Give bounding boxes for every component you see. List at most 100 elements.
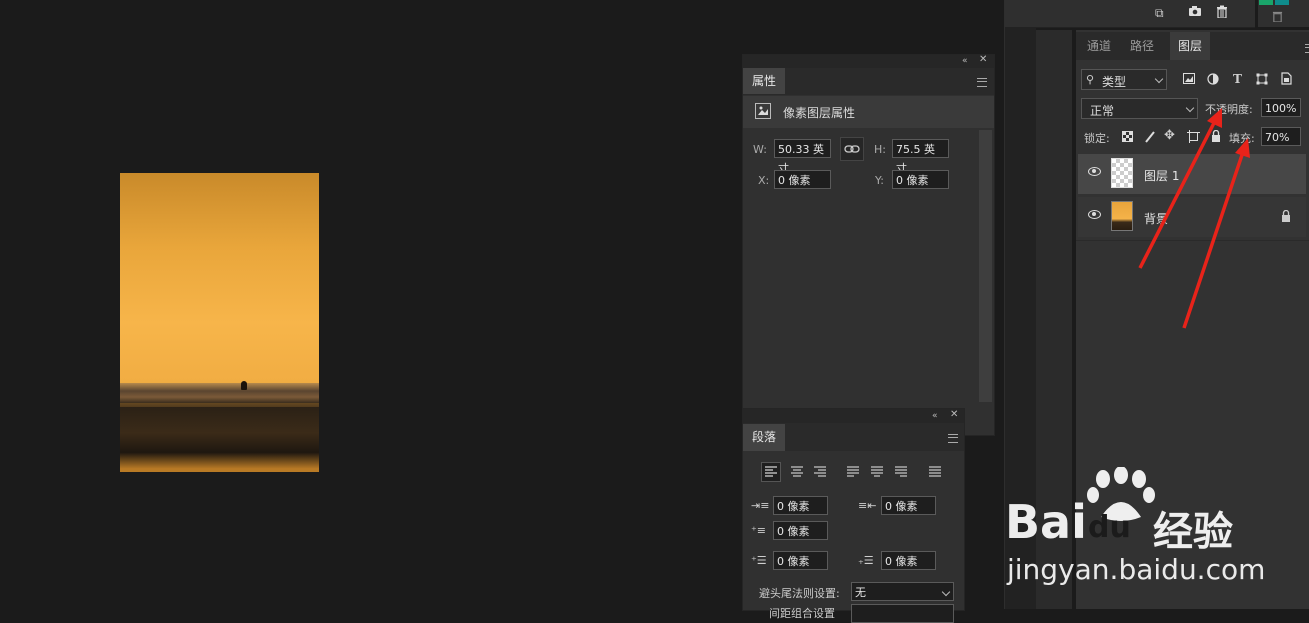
panel-header-bar: « ✕ — [743, 53, 994, 68]
blend-mode-select[interactable]: 正常 — [1081, 98, 1198, 119]
close-icon[interactable]: ✕ — [979, 53, 987, 67]
layer-row-background[interactable]: 背景 — [1078, 197, 1306, 237]
panel-menu-icon[interactable] — [948, 434, 958, 443]
paragraph-tabbar: 段落 — [743, 423, 964, 451]
y-input[interactable]: 0 像素 — [892, 170, 949, 189]
tab-paragraph[interactable]: 段落 — [743, 424, 786, 451]
w-label: W: — [753, 143, 767, 156]
filter-type-icon[interactable]: T — [1233, 72, 1242, 86]
spacing-combo-select[interactable] — [851, 604, 954, 623]
align-left-button[interactable] — [761, 462, 781, 482]
spacing-combo-label: 间距组合设置 — [769, 607, 835, 620]
trash-icon[interactable] — [1216, 5, 1228, 21]
panel-menu-icon[interactable] — [977, 78, 987, 87]
close-icon[interactable]: ✕ — [950, 408, 958, 422]
lock-label: 锁定: — [1084, 132, 1110, 145]
tab-channels[interactable]: 通道 — [1079, 32, 1119, 60]
canvas-image — [120, 173, 319, 472]
filter-shape-icon[interactable] — [1256, 73, 1268, 85]
trash-icon[interactable] — [1272, 10, 1283, 25]
new-document-from-state-icon[interactable]: ⧉ — [1155, 6, 1164, 20]
panel-menu-icon[interactable] — [1305, 44, 1309, 53]
link-icon — [844, 145, 860, 153]
pixel-layer-icon — [755, 103, 771, 119]
filter-adjustment-icon[interactable] — [1207, 73, 1219, 85]
tab-properties[interactable]: 属性 — [743, 68, 786, 94]
watermark-brand-du: du — [1088, 510, 1131, 545]
lock-all-icon[interactable] — [1211, 130, 1221, 142]
layers-list-border — [1076, 240, 1309, 241]
chevron-down-icon — [941, 587, 951, 597]
layers-tabbar: 通道 路径 图层 — [1076, 32, 1309, 60]
eye-icon[interactable] — [1088, 210, 1101, 219]
layer-thumbnail-photo — [1111, 201, 1133, 231]
layer-thumbnail-transparent — [1111, 158, 1133, 188]
properties-scrollbar[interactable] — [979, 130, 992, 402]
align-left-icon — [765, 466, 777, 477]
collapse-icon[interactable]: « — [962, 54, 968, 68]
indent-right-input[interactable]: 0 像素 — [881, 496, 936, 515]
indent-first-line-input[interactable]: 0 像素 — [773, 521, 828, 540]
justify-left-icon[interactable] — [844, 463, 862, 481]
baidu-watermark: Bai du 经验 jingyan.baidu.com — [1003, 465, 1309, 609]
properties-section-header: 像素图层属性 — [743, 96, 994, 128]
collapse-icon[interactable]: « — [932, 409, 938, 423]
justify-all-icon[interactable] — [926, 463, 944, 481]
chevron-down-icon — [1154, 74, 1164, 84]
properties-panel: « ✕ 属性 像素图层属性 W: 50.33 英寸 H: 75.5 英寸 X: … — [742, 54, 995, 436]
lock-image-pixels-icon[interactable] — [1144, 130, 1156, 143]
space-before-icon: ⁺☰ — [751, 554, 767, 567]
lock-transparent-pixels-icon[interactable] — [1122, 131, 1133, 142]
section-title: 像素图层属性 — [783, 106, 856, 120]
height-input[interactable]: 75.5 英寸 — [892, 139, 949, 175]
align-right-icon[interactable] — [811, 463, 829, 481]
paragraph-panel: « ✕ 段落 ⇥≡ 0 像素 ≡⇤ 0 像素 ⁺≡ 0 像素 ⁺☰ 0 像素 ₊… — [742, 408, 965, 623]
kinsoku-value: 无 — [855, 586, 866, 599]
tab-layers[interactable]: 图层 — [1170, 32, 1210, 60]
fill-input[interactable]: 70% — [1261, 127, 1301, 146]
y-label: Y: — [875, 174, 884, 187]
justify-center-icon[interactable] — [868, 463, 886, 481]
layer-filter-select[interactable]: ⚲ 类型 — [1081, 69, 1167, 90]
watermark-brand: Bai — [1005, 495, 1087, 549]
lock-position-icon[interactable]: ✥ — [1164, 129, 1175, 143]
x-input[interactable]: 0 像素 — [774, 170, 831, 189]
chevron-down-icon — [1185, 103, 1195, 113]
fill-label: 填充: — [1229, 132, 1255, 145]
blend-mode-value: 正常 — [1090, 104, 1115, 118]
lock-icon — [1282, 210, 1290, 222]
opacity-label: 不透明度: — [1205, 103, 1253, 116]
indent-left-input[interactable]: 0 像素 — [773, 496, 828, 515]
filter-pixel-icon[interactable] — [1183, 73, 1195, 84]
width-input[interactable]: 50.33 英寸 — [774, 139, 831, 175]
indent-left-icon: ⇥≡ — [751, 499, 770, 512]
justify-right-icon[interactable] — [892, 463, 910, 481]
indent-right-icon: ≡⇤ — [858, 499, 877, 512]
swatch-teal[interactable] — [1275, 0, 1289, 5]
photo-sea — [120, 383, 319, 403]
photo-surfer — [241, 381, 247, 390]
space-after-input[interactable]: 0 像素 — [881, 551, 936, 570]
opacity-input[interactable]: 100% — [1261, 98, 1301, 117]
swatches-strip — [1258, 0, 1309, 27]
space-before-input[interactable]: 0 像素 — [773, 551, 828, 570]
align-center-icon[interactable] — [788, 463, 806, 481]
camera-icon[interactable] — [1188, 5, 1202, 20]
filter-smart-object-icon[interactable] — [1281, 72, 1292, 85]
history-panel-footer: ⧉ — [1005, 0, 1255, 28]
watermark-url: jingyan.baidu.com — [1007, 553, 1266, 586]
h-label: H: — [874, 143, 886, 156]
space-after-icon: ₊☰ — [858, 554, 874, 567]
filter-kind-label: 类型 — [1102, 75, 1127, 89]
link-dimensions-button[interactable] — [840, 137, 864, 161]
layer-row-layer1[interactable]: 图层 1 — [1078, 154, 1306, 194]
layer-name: 背景 — [1144, 212, 1169, 226]
eye-icon[interactable] — [1088, 167, 1101, 176]
properties-tabbar: 属性 — [743, 68, 994, 95]
search-icon: ⚲ — [1086, 73, 1095, 86]
swatch-green[interactable] — [1259, 0, 1273, 5]
tab-paths[interactable]: 路径 — [1122, 32, 1162, 60]
watermark-brand-cn: 经验 — [1153, 509, 1233, 555]
lock-artboard-icon[interactable] — [1187, 130, 1200, 143]
kinsoku-select[interactable]: 无 — [851, 582, 954, 601]
